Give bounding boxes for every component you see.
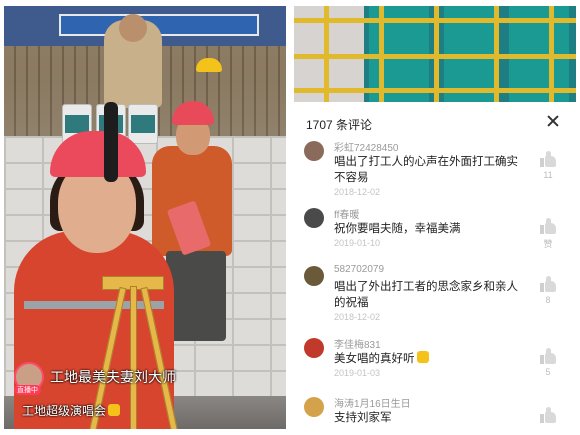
comment-date: 2018-12-02 — [334, 187, 381, 197]
avatar[interactable] — [304, 141, 324, 161]
like-count: 5 — [545, 367, 551, 377]
comment-date: 2019-01-10 — [334, 238, 381, 248]
scaffold-image — [294, 6, 576, 102]
avatar[interactable] — [304, 397, 324, 417]
comment-text: 支持刘家军 — [334, 410, 392, 424]
like-icon[interactable] — [540, 407, 556, 423]
thumbs-up-emoji-icon — [416, 351, 429, 363]
comment-text: 唱出了打工人的心声在外面打工确实不容易 — [334, 154, 518, 184]
comments-count-header: 1707 条评论 — [306, 118, 373, 132]
like-icon[interactable] — [540, 276, 556, 292]
avatar[interactable] — [304, 338, 324, 358]
live-subtitle-text: 工地超级演唱会 — [22, 404, 107, 418]
microphone — [104, 102, 118, 182]
streamer-avatar[interactable]: 直播中 — [14, 362, 44, 395]
live-title: 工地最美夫妻刘大师 — [50, 369, 176, 385]
live-streamer-bar[interactable]: 直播中 工地最美夫妻刘大师 — [14, 362, 204, 395]
like-icon[interactable] — [540, 151, 556, 167]
live-subtitle: 工地超级演唱会 — [22, 402, 121, 419]
like-count: 11 — [543, 170, 553, 180]
live-video[interactable]: 直播中 工地最美夫妻刘大师 工地超级演唱会 — [4, 6, 286, 429]
avatar[interactable] — [304, 266, 324, 286]
thumbs-up-emoji-icon — [108, 404, 121, 416]
like-count: 8 — [545, 295, 551, 305]
close-icon[interactable] — [541, 109, 565, 133]
comment-username[interactable]: 582702079 — [334, 264, 384, 275]
comment-date: 2019-01-03 — [334, 368, 381, 378]
avatar[interactable] — [304, 208, 324, 228]
comment-username[interactable]: ff春暖 — [334, 206, 359, 221]
like-icon[interactable] — [540, 348, 556, 364]
comment-text: 美女唱的真好听 — [334, 350, 524, 366]
like-icon[interactable] — [540, 218, 556, 234]
comment-text: 祝你要唱夫随，幸福美满 — [334, 221, 461, 235]
yellow-helmet — [196, 58, 222, 72]
comments-screen: 1707 条评论 彩虹72428450 唱出了打工人的心声在外面打工确实不容易 … — [294, 6, 576, 429]
comment-text-content: 美女唱的真好听 — [334, 351, 415, 365]
comment-username[interactable]: 李佳梅831 — [334, 336, 381, 351]
live-badge: 直播中 — [14, 385, 41, 395]
comment-text: 唱出了外出打工者的思念家乡和亲人的祝福 — [334, 279, 518, 309]
comments-sheet: 1707 条评论 彩虹72428450 唱出了打工人的心声在外面打工确实不容易 … — [294, 103, 576, 429]
comment-date: 2018-12-02 — [334, 312, 381, 322]
comment-username[interactable]: 海涛1月16日生日 — [334, 395, 411, 410]
like-count: 赞 — [543, 239, 553, 249]
worker-on-wall — [104, 14, 162, 108]
comment-username[interactable]: 彩虹72428450 — [334, 139, 399, 154]
